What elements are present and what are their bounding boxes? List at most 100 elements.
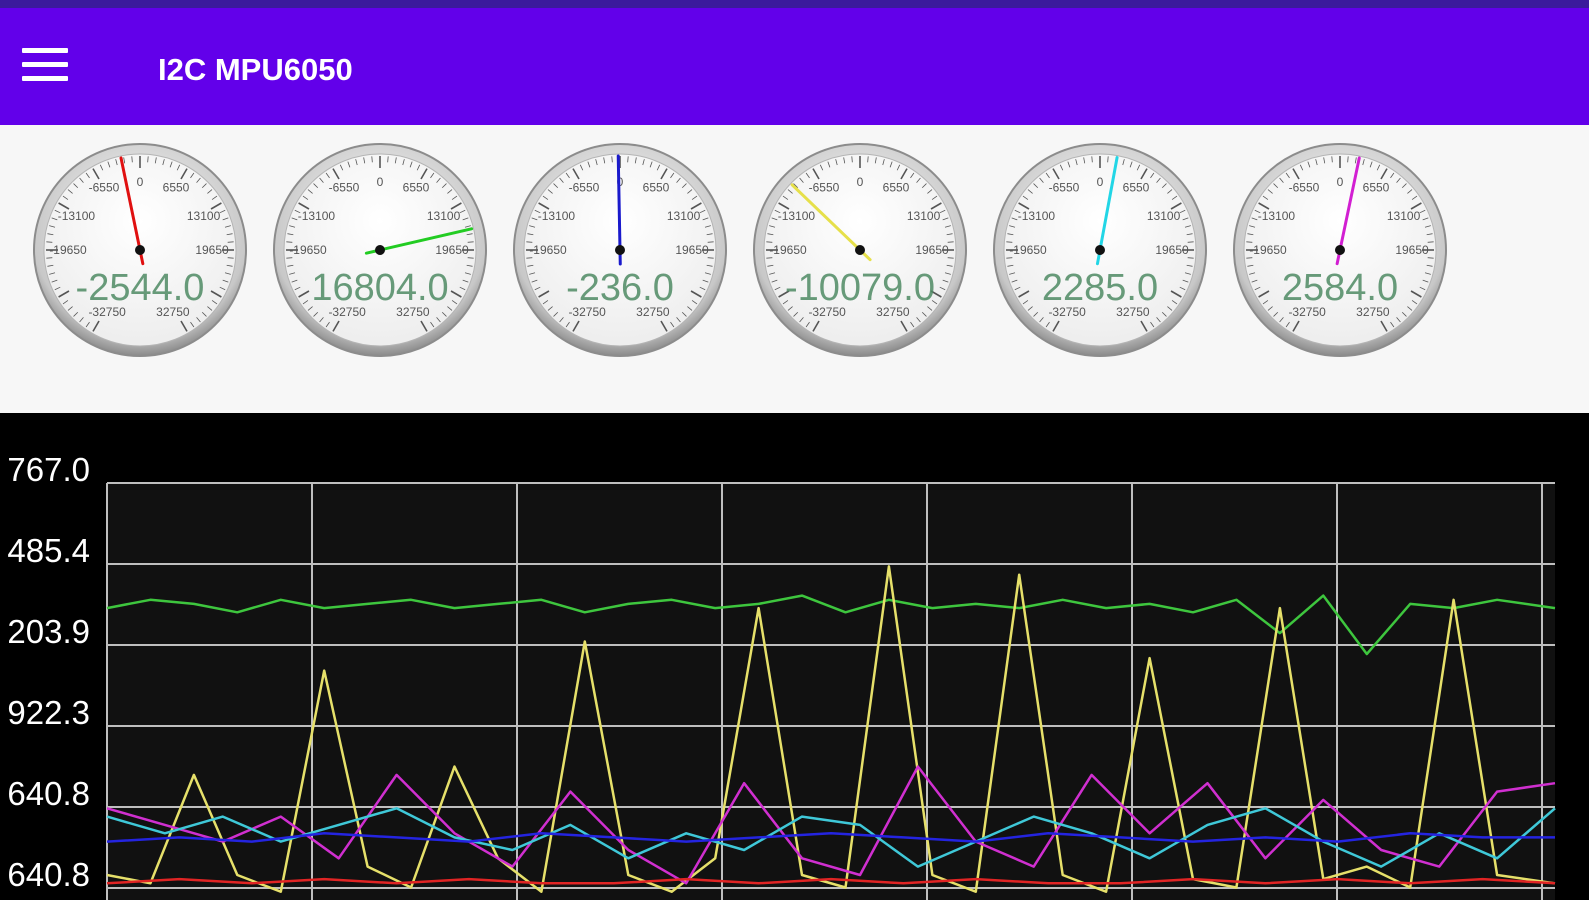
gauge-scale-label: -13100 bbox=[1258, 209, 1296, 223]
y-tick-label: 485.4 bbox=[7, 532, 90, 569]
hamburger-menu-icon[interactable] bbox=[22, 48, 72, 88]
sensor-chart: 767.0 485.4 203.9 922.3 640.8 640.8 bbox=[0, 413, 1589, 900]
gauge-scale-label: 0 bbox=[1097, 175, 1104, 189]
gauge-1: 0 65501310019650-6550-13100-1965032750-32… bbox=[33, 143, 247, 357]
gauge-scale-label: 19650 bbox=[195, 243, 229, 257]
gauge-2: 0 65501310019650-6550-13100-1965032750-32… bbox=[273, 143, 487, 357]
gauge-hub bbox=[1095, 245, 1105, 255]
gauge-scale-label: 13100 bbox=[1147, 209, 1181, 223]
gauge-tick bbox=[1246, 257, 1253, 259]
gauge-scale-label: -19650 bbox=[769, 243, 807, 257]
gauges-container: 0 65501310019650-6550-13100-1965032750-32… bbox=[33, 143, 1447, 357]
gauge-tick bbox=[1427, 257, 1434, 259]
y-tick-label: 640.8 bbox=[7, 856, 90, 893]
gauge-tick bbox=[371, 156, 373, 163]
gauge-scale-label: -13100 bbox=[538, 209, 576, 223]
gauge-scale-label: -13100 bbox=[778, 209, 816, 223]
gauge-scale-label: -6550 bbox=[1289, 181, 1320, 195]
gauge-scale-label: -19650 bbox=[529, 243, 567, 257]
gauge-hub bbox=[135, 245, 145, 255]
gauge-5: 0 65501310019650-6550-13100-1965032750-32… bbox=[993, 143, 1207, 357]
gauge-hub bbox=[375, 245, 385, 255]
gauge-scale-label: -13100 bbox=[1018, 209, 1056, 223]
gauge-value-label: -2544.0 bbox=[76, 267, 205, 309]
menu-bar-line bbox=[22, 62, 68, 67]
app-bar: I2C MPU6050 bbox=[0, 8, 1589, 125]
line-chart: 767.0 485.4 203.9 922.3 640.8 640.8 bbox=[7, 451, 1556, 900]
gauge-scale-label: -13100 bbox=[58, 209, 96, 223]
gauge-tick bbox=[867, 156, 869, 163]
y-tick-label: 640.8 bbox=[7, 775, 90, 812]
menu-bar-line bbox=[22, 76, 68, 81]
gauge-value-label: -10079.0 bbox=[785, 267, 935, 309]
gauge-tick bbox=[387, 156, 389, 163]
gauge-scale-label: -6550 bbox=[569, 181, 600, 195]
gauge-scale-label: -19650 bbox=[289, 243, 327, 257]
gauge-scale-label: 13100 bbox=[187, 209, 221, 223]
gauge-tick bbox=[1331, 156, 1333, 163]
gauge-scale-label: 6550 bbox=[1363, 181, 1390, 195]
gauge-4: 0 65501310019650-6550-13100-1965032750-32… bbox=[753, 143, 967, 357]
app-title: I2C MPU6050 bbox=[158, 52, 353, 87]
gauge-scale-label: 0 bbox=[1337, 175, 1344, 189]
gauge-scale-label: 6550 bbox=[643, 181, 670, 195]
gauge-tick bbox=[1107, 156, 1109, 163]
gauge-value-label: 2285.0 bbox=[1042, 267, 1158, 309]
gauge-tick bbox=[286, 257, 293, 259]
gauge-scale-label: 19650 bbox=[435, 243, 469, 257]
gauge-scale-label: 0 bbox=[377, 175, 384, 189]
gauge-tick bbox=[46, 257, 53, 259]
gauge-tick bbox=[1091, 156, 1093, 163]
status-strip bbox=[0, 0, 1589, 8]
gauge-tick bbox=[467, 257, 474, 259]
menu-bar-line bbox=[22, 48, 68, 53]
gauge-tick bbox=[1347, 156, 1349, 163]
gauge-tick bbox=[526, 257, 533, 259]
gauge-hub bbox=[615, 245, 625, 255]
gauge-scale-label: 0 bbox=[857, 175, 864, 189]
gauge-scale-label: 19650 bbox=[1155, 243, 1189, 257]
gauge-scale-label: 13100 bbox=[1387, 209, 1421, 223]
gauge-scale-label: -19650 bbox=[49, 243, 87, 257]
gauge-scale-label: 6550 bbox=[403, 181, 430, 195]
gauge-scale-label: 6550 bbox=[883, 181, 910, 195]
gauge-value-label: -236.0 bbox=[566, 267, 674, 309]
gauge-value-label: 2584.0 bbox=[1282, 267, 1398, 309]
gauge-6: 0 65501310019650-6550-13100-1965032750-32… bbox=[1233, 143, 1447, 357]
gauge-panel: 0 6550 13100 19650 -6550 -13100 -19650 32750 -32… bbox=[0, 125, 1589, 413]
gauge-scale-label: -19650 bbox=[1249, 243, 1287, 257]
gauge-tick bbox=[851, 156, 853, 163]
gauge-scale-label: -6550 bbox=[89, 181, 120, 195]
gauge-scale-label: 6550 bbox=[163, 181, 190, 195]
gauge-scale-label: 19650 bbox=[915, 243, 949, 257]
gauge-tick bbox=[766, 257, 773, 259]
gauge-tick bbox=[707, 257, 714, 259]
gauge-scale-label: 13100 bbox=[907, 209, 941, 223]
gauge-tick bbox=[627, 156, 629, 163]
gauge-scale-label: 19650 bbox=[1395, 243, 1429, 257]
gauge-scale-label: 6550 bbox=[1123, 181, 1150, 195]
gauge-scale-label: -6550 bbox=[809, 181, 840, 195]
gauge-tick bbox=[611, 156, 613, 163]
gauge-tick bbox=[131, 156, 133, 163]
gauge-scale-label: -6550 bbox=[1049, 181, 1080, 195]
gauge-tick bbox=[1187, 257, 1194, 259]
gauge-value-label: 16804.0 bbox=[311, 267, 448, 309]
gauge-tick bbox=[1006, 257, 1013, 259]
gauge-scale-label: -6550 bbox=[329, 181, 360, 195]
y-tick-label: 767.0 bbox=[7, 451, 90, 488]
gauge-scale-label: 13100 bbox=[667, 209, 701, 223]
gauge-tick bbox=[147, 156, 149, 163]
gauge-tick bbox=[227, 257, 234, 259]
gauge-tick bbox=[947, 257, 954, 259]
y-tick-label: 203.9 bbox=[7, 613, 90, 650]
gauge-scale-label: 0 bbox=[137, 175, 144, 189]
gauge-hub bbox=[855, 245, 865, 255]
gauge-hub bbox=[1335, 245, 1345, 255]
gauge-3: 065501310019650-6550-13100-1965032750-32… bbox=[513, 143, 727, 357]
y-tick-label: 922.3 bbox=[7, 694, 90, 731]
gauge-scale-label: -19650 bbox=[1009, 243, 1047, 257]
gauge-scale-label: 13100 bbox=[427, 209, 461, 223]
gauge-scale-label: 19650 bbox=[675, 243, 709, 257]
gauge-scale-label: -13100 bbox=[298, 209, 336, 223]
